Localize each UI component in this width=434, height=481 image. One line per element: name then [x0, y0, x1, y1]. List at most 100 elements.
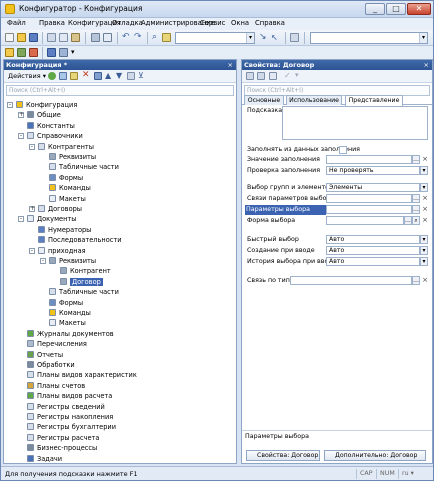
actions-menu[interactable]: Действия ▾: [8, 72, 46, 80]
redo-icon[interactable]: ↷: [134, 33, 143, 42]
fill-value-field[interactable]: [326, 155, 412, 164]
menu-windows[interactable]: Окна: [231, 19, 249, 27]
chevron-down-icon[interactable]: ▾: [420, 246, 428, 255]
chevron-down-icon[interactable]: ▾: [246, 33, 254, 43]
tree-item[interactable]: Отчеты: [27, 350, 63, 360]
menu-help[interactable]: Справка: [255, 19, 285, 27]
panel-close-button[interactable]: ×: [228, 60, 233, 70]
module-combo[interactable]: ▾: [310, 32, 428, 44]
tree-item[interactable]: приходная: [38, 246, 86, 256]
save-icon[interactable]: [29, 33, 38, 42]
new-icon[interactable]: [5, 33, 14, 42]
delete-icon[interactable]: ✕: [82, 71, 90, 80]
params-field[interactable]: [326, 205, 412, 214]
alphabetical-icon[interactable]: [257, 72, 265, 80]
history-select[interactable]: Авто: [326, 257, 420, 266]
create-select[interactable]: Авто: [326, 246, 420, 255]
tree-item[interactable]: Журналы документов: [27, 329, 114, 339]
undo-icon[interactable]: ↶: [122, 33, 131, 42]
menu-service[interactable]: Сервис: [200, 19, 225, 27]
maximize-button[interactable]: □: [386, 3, 406, 15]
chevron-down-icon[interactable]: ▾: [420, 235, 428, 244]
check-icon[interactable]: ✓: [284, 71, 292, 80]
tree-item[interactable]: Формы: [49, 173, 83, 183]
collapse-icon[interactable]: -: [29, 247, 35, 254]
properties-close-button[interactable]: ×: [424, 60, 429, 70]
type-link-field[interactable]: [290, 276, 412, 285]
categories-icon[interactable]: [246, 72, 254, 80]
copy-item-icon[interactable]: [70, 72, 78, 80]
preview-icon[interactable]: [103, 33, 112, 42]
collapse-icon[interactable]: -: [18, 216, 24, 223]
search-prev-icon[interactable]: ↖: [271, 33, 280, 42]
tree-item[interactable]: Табличные части: [49, 162, 119, 172]
edit-icon[interactable]: [59, 72, 67, 80]
extra-properties-button[interactable]: Дополнительно: Договор: [324, 450, 426, 461]
fill-value-select-button[interactable]: …: [412, 155, 420, 164]
links-clear-icon[interactable]: ×: [421, 194, 429, 203]
add-icon[interactable]: [48, 72, 56, 80]
tree-item[interactable]: Реквизиты: [49, 256, 96, 266]
expand-icon[interactable]: +: [18, 112, 24, 119]
tree-item[interactable]: Табличные части: [49, 287, 119, 297]
tree-item[interactable]: Нумераторы: [38, 225, 91, 235]
tree-item[interactable]: Конфигурация: [16, 100, 77, 110]
properties-button[interactable]: Свойства: Договор: [246, 450, 320, 461]
find-icon[interactable]: ⌕: [152, 33, 161, 42]
tree-item[interactable]: Команды: [49, 183, 91, 193]
tree-item[interactable]: Регистры расчета: [27, 433, 99, 443]
params-select-button[interactable]: …: [412, 205, 420, 214]
tab-presentation[interactable]: Представление: [345, 95, 403, 106]
menu-edit[interactable]: Правка: [39, 19, 65, 27]
links-select-button[interactable]: …: [412, 194, 420, 203]
tree-item[interactable]: Задачи: [27, 454, 62, 464]
fill-from-checkbox[interactable]: [339, 146, 347, 154]
tree-item[interactable]: Команды: [49, 308, 91, 318]
tree-item[interactable]: Реквизиты: [49, 152, 96, 162]
tree-item[interactable]: Константы: [27, 121, 75, 131]
print-icon[interactable]: [91, 33, 100, 42]
tree-item[interactable]: Регистры сведений: [27, 402, 105, 412]
open-icon[interactable]: [17, 33, 26, 42]
collapse-icon[interactable]: -: [7, 102, 13, 108]
tree-item[interactable]: Контрагенты: [38, 142, 94, 152]
tree-item[interactable]: Документы: [27, 214, 76, 224]
tab-usage[interactable]: Использование: [286, 95, 342, 105]
chevron-down-icon[interactable]: ▾: [420, 166, 428, 175]
tree-search-input[interactable]: Поиск (Ctrl+Alt+I): [6, 85, 234, 96]
tree-item[interactable]: Общие: [27, 110, 61, 120]
move-down-icon[interactable]: ▼: [116, 71, 124, 80]
search-combo[interactable]: ▾: [175, 32, 255, 44]
collapse-icon[interactable]: -: [40, 258, 46, 264]
hint-field[interactable]: [282, 106, 428, 140]
tree-item[interactable]: Регистры бухгалтерии: [27, 422, 116, 432]
tree-item[interactable]: Планы видов расчета: [27, 391, 112, 401]
run-icon[interactable]: [47, 48, 56, 57]
language-selector[interactable]: ru ▾: [398, 469, 414, 479]
tree-item[interactable]: Справочники: [27, 131, 83, 141]
assistant-icon[interactable]: [59, 48, 68, 57]
filter-icon[interactable]: ⊻: [138, 71, 146, 80]
config-open-icon[interactable]: [5, 48, 14, 57]
tree-item[interactable]: Планы счетов: [27, 381, 85, 391]
quick-select[interactable]: Авто: [326, 235, 420, 244]
minimize-button[interactable]: _: [365, 3, 385, 15]
find-in-icon[interactable]: [162, 33, 171, 42]
collapse-icon[interactable]: -: [29, 143, 35, 150]
expand-icon[interactable]: +: [29, 206, 35, 212]
tree-item[interactable]: Контрагент: [60, 266, 111, 276]
form-field[interactable]: [326, 216, 404, 225]
tree-item[interactable]: Макеты: [49, 318, 86, 328]
tree-item[interactable]: Бизнес-процессы: [27, 443, 97, 453]
tree-item[interactable]: Обработки: [27, 360, 75, 370]
tree-item[interactable]: Формы: [49, 298, 83, 308]
tree-item[interactable]: Договоры: [38, 204, 82, 214]
move-up-icon[interactable]: ▲: [105, 71, 113, 80]
type-link-select-button[interactable]: …: [412, 276, 420, 285]
cut-icon[interactable]: [47, 33, 56, 42]
close-button[interactable]: ✕: [407, 3, 431, 15]
tree-item[interactable]: Перечисления: [27, 339, 87, 349]
debug-start-icon[interactable]: [29, 48, 38, 57]
params-clear-icon[interactable]: ×: [421, 205, 429, 214]
copy-icon[interactable]: [59, 33, 68, 42]
